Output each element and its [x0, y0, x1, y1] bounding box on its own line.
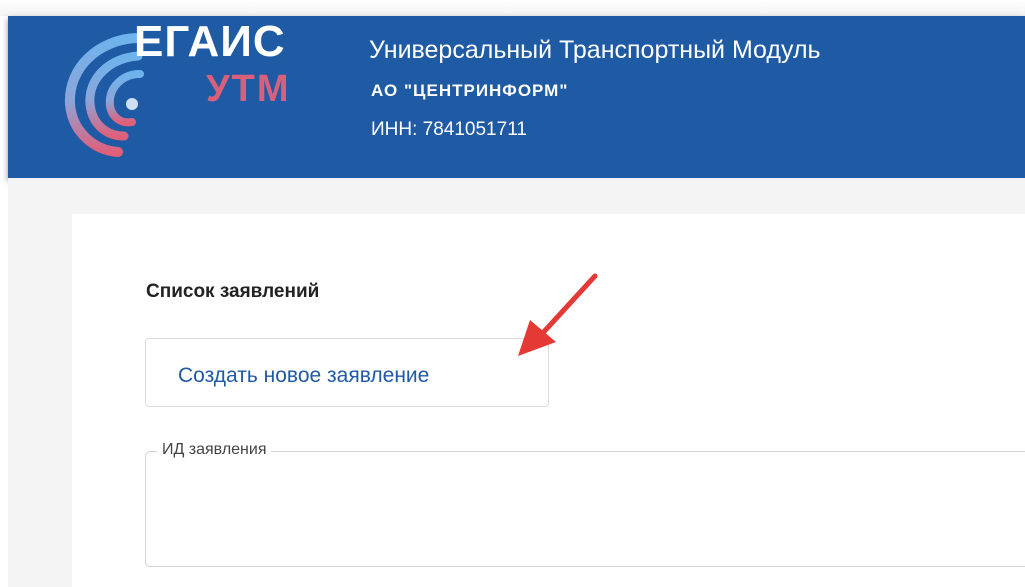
logo-text-utm: УТМ	[206, 68, 291, 110]
egais-utm-logo: ЕГАИС УТМ	[58, 18, 318, 158]
logo-text-egais: ЕГАИС	[134, 17, 286, 66]
red-pointer-arrow-icon	[518, 273, 598, 356]
create-new-application-label: Создать новое заявление	[178, 364, 430, 387]
application-id-label: ИД заявления	[157, 442, 272, 458]
top-shadow	[0, 0, 1025, 16]
organization-name: АО "ЦЕНТРИНФОРМ"	[371, 81, 569, 100]
organization-inn: ИНН: 7841051711	[371, 119, 527, 140]
create-new-application-button[interactable]: Создать новое заявление	[145, 338, 549, 407]
application-id-field[interactable]: ИД заявления	[145, 442, 1025, 567]
section-title: Список заявлений	[146, 281, 320, 302]
app-title: Универсальный Транспортный Модуль	[369, 36, 821, 64]
utm-page: ЕГАИС УТМ Универсальный Транспортный Мод…	[0, 0, 1025, 587]
